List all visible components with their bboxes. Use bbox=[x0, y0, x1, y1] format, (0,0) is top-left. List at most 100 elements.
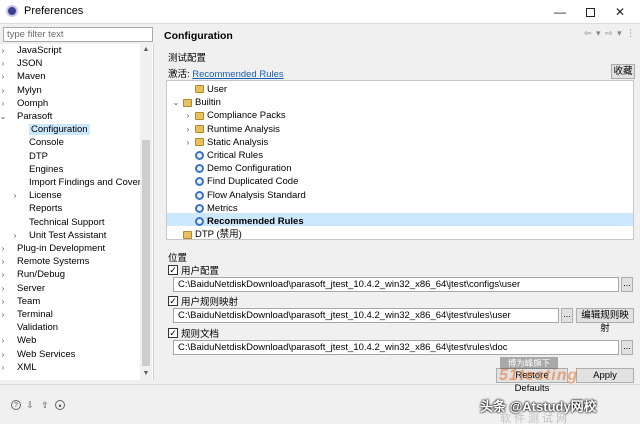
tree-item-label: Engines bbox=[29, 163, 64, 175]
folder-icon bbox=[195, 125, 204, 134]
config-tree-item[interactable]: › Compliance Packs bbox=[187, 109, 286, 122]
location-checkbox[interactable]: ✓ bbox=[168, 265, 178, 275]
chevron-down-icon[interactable]: ⌄ bbox=[0, 110, 7, 123]
minimize-button[interactable]: — bbox=[552, 4, 568, 20]
config-tree-item-label: User bbox=[207, 84, 228, 95]
location-label: 用户配置 bbox=[181, 266, 220, 277]
location-checkbox[interactable]: ✓ bbox=[168, 328, 178, 338]
folder-icon bbox=[183, 230, 192, 239]
browse-button[interactable]: ... bbox=[621, 277, 633, 292]
tree-item[interactable]: Validation bbox=[8, 321, 58, 334]
config-tree-item[interactable]: Recommended Rules bbox=[195, 215, 304, 228]
tree-item[interactable]: › Run/Debug bbox=[2, 268, 65, 281]
tree-item[interactable]: › Web bbox=[2, 334, 37, 347]
export-icon[interactable]: ⇧ bbox=[40, 400, 50, 410]
collapse-button[interactable]: 收藏 bbox=[611, 64, 635, 79]
chevron-down-icon[interactable]: ⌄ bbox=[172, 96, 180, 109]
chevron-right-icon[interactable]: › bbox=[11, 229, 19, 242]
tree-item[interactable]: › Maven bbox=[2, 70, 46, 83]
edit-rule-mapping-button[interactable]: 编辑规则映射 bbox=[576, 308, 634, 334]
chevron-right-icon[interactable]: › bbox=[0, 44, 7, 57]
tree-item-label: Terminal bbox=[17, 309, 53, 320]
tree-item[interactable]: DTP bbox=[20, 150, 48, 163]
import-icon[interactable]: ⇩ bbox=[25, 400, 35, 410]
scrollbar-thumb[interactable] bbox=[142, 140, 150, 366]
chevron-right-icon[interactable]: › bbox=[0, 348, 7, 361]
chevron-right-icon[interactable]: › bbox=[0, 57, 7, 70]
tree-item[interactable]: › License bbox=[14, 189, 62, 202]
config-tree-item[interactable]: Demo Configuration bbox=[195, 162, 292, 175]
tree-item[interactable]: Configuration bbox=[20, 123, 90, 136]
config-tree-item-label: Flow Analysis Standard bbox=[207, 189, 306, 201]
tree-item[interactable]: › Oomph bbox=[2, 97, 49, 110]
chevron-right-icon[interactable]: › bbox=[0, 97, 7, 110]
chevron-right-icon[interactable]: › bbox=[184, 123, 192, 136]
tree-item[interactable]: Technical Support bbox=[20, 216, 105, 229]
chevron-right-icon[interactable]: › bbox=[0, 361, 7, 374]
activate-label: 激活: bbox=[168, 69, 190, 80]
chevron-right-icon[interactable]: › bbox=[0, 255, 7, 268]
chevron-right-icon[interactable]: › bbox=[0, 295, 7, 308]
chevron-right-icon[interactable]: › bbox=[11, 189, 19, 202]
tree-item[interactable]: › XML bbox=[2, 361, 37, 374]
chevron-right-icon[interactable]: › bbox=[0, 242, 7, 255]
rule-config-icon bbox=[195, 190, 204, 200]
apply-button[interactable]: Apply bbox=[576, 368, 634, 383]
scroll-down-icon[interactable]: ▼ bbox=[140, 370, 152, 377]
config-tree-item[interactable]: Flow Analysis Standard bbox=[195, 189, 306, 202]
folder-icon bbox=[183, 98, 192, 107]
chevron-right-icon[interactable]: › bbox=[0, 282, 7, 295]
chevron-right-icon[interactable]: › bbox=[0, 268, 7, 281]
config-tree-item[interactable]: Metrics bbox=[195, 202, 238, 215]
tree-item[interactable]: › Mylyn bbox=[2, 84, 42, 97]
tree-item[interactable]: › Server bbox=[2, 282, 45, 295]
chevron-right-icon[interactable]: › bbox=[0, 70, 7, 83]
chevron-right-icon[interactable]: › bbox=[0, 84, 7, 97]
config-tree-item[interactable]: Critical Rules bbox=[195, 149, 263, 162]
maximize-button[interactable] bbox=[582, 4, 598, 20]
config-tree-item[interactable]: Find Duplicated Code bbox=[195, 175, 298, 188]
browse-button[interactable]: ... bbox=[621, 340, 633, 355]
location-checkbox[interactable]: ✓ bbox=[168, 296, 178, 306]
tree-item[interactable]: › Unit Test Assistant bbox=[14, 229, 107, 242]
chevron-right-icon[interactable]: › bbox=[0, 334, 7, 347]
tree-item[interactable]: › Plug-in Development bbox=[2, 242, 106, 255]
location-path-field[interactable]: C:\BaiduNetdiskDownload\parasoft_jtest_1… bbox=[173, 340, 619, 355]
active-config-link[interactable]: Recommended Rules bbox=[192, 69, 283, 80]
watermark-logo: 51testing bbox=[499, 367, 579, 384]
tree-item[interactable]: ⌄ Parasoft bbox=[0, 110, 52, 123]
tree-item[interactable]: › Terminal bbox=[2, 308, 53, 321]
tree-item[interactable]: › JavaScript bbox=[2, 44, 62, 57]
tree-item[interactable]: Engines bbox=[20, 163, 63, 176]
tree-item[interactable]: › JSON bbox=[2, 57, 43, 70]
title-bar: Preferences — ✕ bbox=[0, 0, 640, 24]
config-tree-item[interactable]: User bbox=[195, 83, 227, 96]
tree-item[interactable]: Console bbox=[20, 136, 64, 149]
location-path-field[interactable]: C:\BaiduNetdiskDownload\parasoft_jtest_1… bbox=[173, 277, 619, 292]
tree-item[interactable]: › Web Services bbox=[2, 348, 76, 361]
browse-button[interactable]: ... bbox=[561, 308, 573, 323]
help-icon[interactable]: ? bbox=[11, 400, 21, 410]
chevron-right-icon[interactable]: › bbox=[184, 136, 192, 149]
tree-item[interactable]: Reports bbox=[20, 202, 62, 215]
scroll-up-icon[interactable]: ▲ bbox=[140, 46, 152, 53]
chevron-right-icon[interactable]: › bbox=[0, 308, 7, 321]
tree-item[interactable]: › Remote Systems bbox=[2, 255, 90, 268]
close-button[interactable]: ✕ bbox=[612, 4, 628, 20]
config-tree-item[interactable]: DTP (禁用) bbox=[183, 228, 242, 239]
tree-item[interactable]: Import Findings and Cover bbox=[20, 176, 141, 189]
config-tree-item[interactable]: › Runtime Analysis bbox=[187, 123, 280, 136]
preferences-icon[interactable]: • bbox=[55, 400, 65, 411]
rule-config-icon bbox=[195, 177, 204, 187]
tree-item[interactable]: › Team bbox=[2, 295, 41, 308]
folder-icon bbox=[195, 111, 204, 120]
activate-row: 激活: Recommended Rules bbox=[168, 66, 284, 80]
tree-item-label: DTP bbox=[29, 150, 48, 162]
filter-input[interactable] bbox=[3, 27, 153, 42]
history-nav-icons[interactable]: ⇦ ▾ ⇨ ▾ ⋮ bbox=[584, 28, 636, 39]
config-tree-item[interactable]: ⌄ Builtin bbox=[173, 96, 221, 109]
preference-tree-scrollbar[interactable]: ▲ ▼ bbox=[140, 44, 152, 380]
chevron-right-icon[interactable]: › bbox=[184, 109, 192, 122]
location-path-field[interactable]: C:\BaiduNetdiskDownload\parasoft_jtest_1… bbox=[173, 308, 559, 323]
config-tree-item[interactable]: › Static Analysis bbox=[187, 136, 269, 149]
